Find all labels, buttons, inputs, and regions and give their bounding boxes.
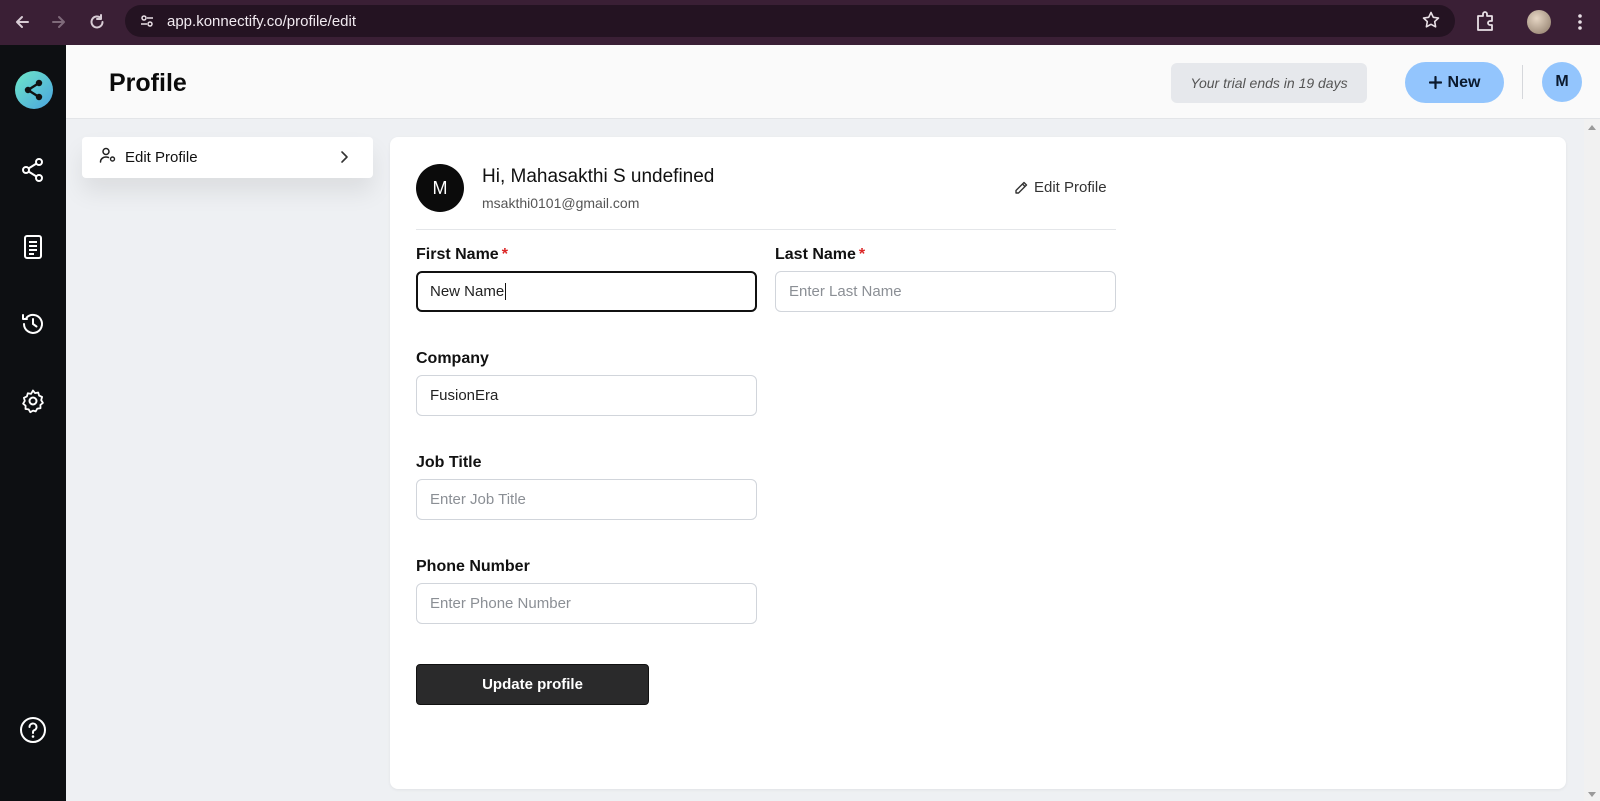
- forward-icon[interactable]: [41, 4, 77, 40]
- user-settings-icon: [99, 146, 117, 169]
- site-settings-icon[interactable]: [135, 9, 159, 33]
- app-sidebar: [0, 45, 66, 801]
- profile-greeting: Hi, Mahasakthi S undefined: [482, 166, 715, 187]
- required-mark: *: [858, 246, 866, 263]
- last-name-label: Last Name *: [775, 246, 866, 263]
- text-caret: [505, 283, 507, 300]
- sidemenu-item-edit-profile[interactable]: Edit Profile: [82, 137, 373, 178]
- job-title-input[interactable]: Enter Job Title: [416, 479, 757, 520]
- phone-input[interactable]: Enter Phone Number: [416, 583, 757, 624]
- address-bar[interactable]: app.konnectify.co/profile/edit: [125, 5, 1455, 37]
- edit-profile-link-label: Edit Profile: [1034, 179, 1107, 196]
- browser-profile-avatar[interactable]: [1527, 10, 1551, 34]
- first-name-label: First Name *: [416, 246, 508, 263]
- plus-icon: [1428, 76, 1442, 89]
- job-title-placeholder: Enter Job Title: [430, 491, 526, 508]
- settings-icon[interactable]: [19, 387, 47, 415]
- last-name-placeholder: Enter Last Name: [789, 283, 902, 300]
- phone-label: Phone Number: [416, 558, 530, 575]
- company-value: FusionEra: [430, 387, 499, 404]
- company-label: Company: [416, 350, 489, 367]
- last-name-input[interactable]: Enter Last Name: [775, 271, 1116, 312]
- reload-icon[interactable]: [79, 4, 115, 40]
- profile-email: msakthi0101@gmail.com: [482, 195, 640, 211]
- page-scrollbar[interactable]: [1584, 119, 1600, 801]
- help-icon[interactable]: [19, 716, 47, 744]
- scroll-up-icon[interactable]: [1588, 125, 1596, 130]
- job-title-label: Job Title: [416, 454, 482, 471]
- pencil-icon: [1015, 181, 1028, 194]
- new-button[interactable]: New: [1405, 62, 1504, 103]
- browser-toolbar: app.konnectify.co/profile/edit: [0, 0, 1600, 45]
- app-logo[interactable]: [15, 71, 53, 109]
- first-name-value: New Name: [430, 283, 505, 300]
- browser-menu-icon[interactable]: [1570, 8, 1590, 36]
- page-title: Profile: [109, 69, 187, 97]
- phone-placeholder: Enter Phone Number: [430, 595, 571, 612]
- user-avatar[interactable]: M: [1542, 62, 1582, 102]
- header-divider: [1522, 65, 1523, 99]
- profile-avatar: M: [416, 164, 464, 212]
- connections-icon[interactable]: [19, 156, 47, 184]
- sidemenu-item-label: Edit Profile: [125, 149, 198, 166]
- new-button-label: New: [1447, 73, 1481, 91]
- required-mark: *: [501, 246, 508, 263]
- bookmark-star-icon[interactable]: [1421, 10, 1441, 35]
- history-icon[interactable]: [19, 310, 47, 338]
- document-icon[interactable]: [19, 233, 47, 261]
- scroll-down-icon[interactable]: [1588, 792, 1596, 797]
- first-name-input[interactable]: New Name: [416, 271, 757, 312]
- page-header: Profile Your trial ends in 19 days New M: [66, 45, 1600, 119]
- company-input[interactable]: FusionEra: [416, 375, 757, 416]
- section-divider: [416, 229, 1116, 230]
- url-text[interactable]: app.konnectify.co/profile/edit: [167, 13, 356, 30]
- chevron-right-icon: [335, 148, 353, 171]
- update-profile-button[interactable]: Update profile: [416, 664, 649, 705]
- back-icon[interactable]: [4, 4, 40, 40]
- edit-profile-link[interactable]: Edit Profile: [1013, 179, 1107, 196]
- extensions-icon[interactable]: [1470, 6, 1500, 41]
- trial-badge: Your trial ends in 19 days: [1171, 63, 1367, 103]
- profile-card: M Hi, Mahasakthi S undefined msakthi0101…: [390, 137, 1566, 789]
